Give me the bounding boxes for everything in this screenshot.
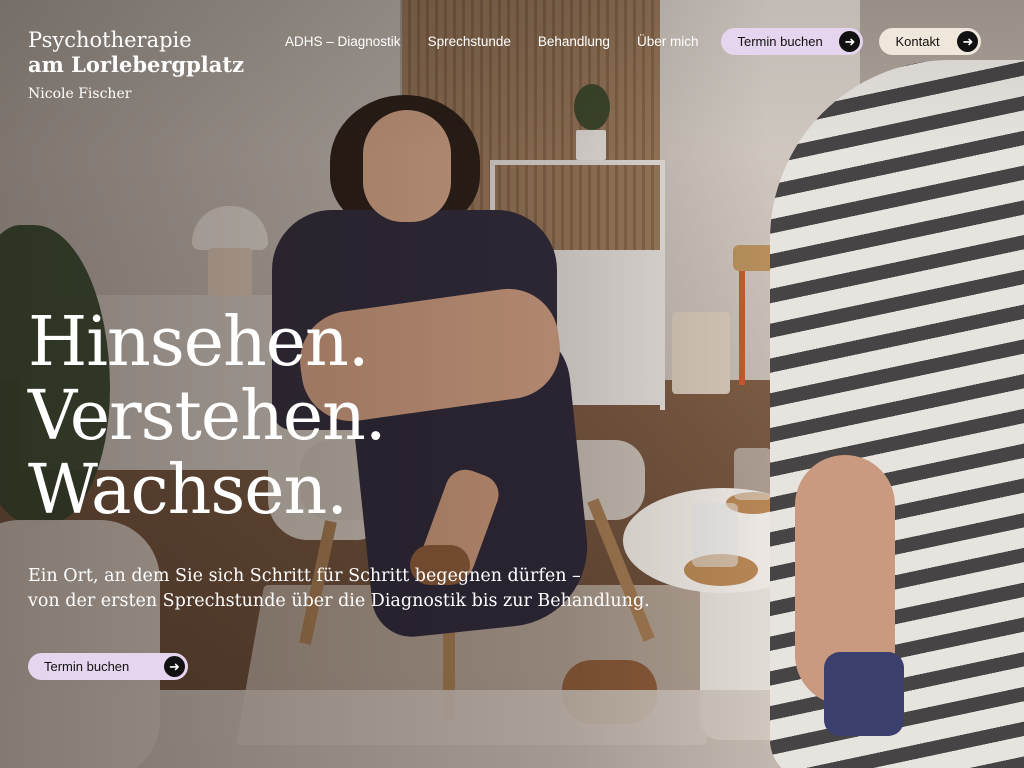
arrow-right-icon: ➜ [957, 31, 979, 52]
headline-line-1: Hinsehen. [28, 303, 369, 382]
lead-line-2: von der ersten Sprechstunde über die Dia… [28, 591, 650, 611]
nav-link-ueber-mich[interactable]: Über mich [637, 30, 699, 54]
nav-termin-buchen-button[interactable]: Termin buchen ➜ [721, 28, 864, 55]
nav-link-sprechstunde[interactable]: Sprechstunde [428, 30, 511, 54]
lead-line-1: Ein Ort, an dem Sie sich Schritt für Sch… [28, 566, 581, 586]
hero-lead-text: Ein Ort, an dem Sie sich Schritt für Sch… [28, 564, 650, 614]
hero-termin-buchen-button[interactable]: Termin buchen ➜ [28, 653, 188, 680]
brand-title-line2: am Lorlebergplatz [28, 52, 244, 77]
nav-kontakt-button[interactable]: Kontakt ➜ [879, 28, 982, 55]
brand-logo[interactable]: Psychotherapie am Lorlebergplatz Nicole … [28, 28, 244, 103]
headline-line-3: Wachsen. [28, 451, 348, 530]
headline-line-2: Verstehen. [28, 377, 387, 456]
nav-link-adhs-diagnostik[interactable]: ADHS – Diagnostik [285, 30, 401, 54]
hero-section: Psychotherapie am Lorlebergplatz Nicole … [0, 0, 1024, 768]
brand-title-line1: Psychotherapie [28, 28, 192, 52]
hero-headline: Hinsehen. Verstehen. Wachsen. [28, 303, 387, 530]
arrow-right-icon: ➜ [164, 656, 185, 677]
nav-termin-label: Termin buchen [737, 34, 823, 49]
hero-cta-label: Termin buchen [44, 659, 130, 674]
nav-kontakt-label: Kontakt [895, 34, 940, 49]
main-nav: ADHS – Diagnostik Sprechstunde Behandlun… [285, 28, 982, 55]
nav-link-behandlung[interactable]: Behandlung [538, 30, 610, 54]
brand-owner-name: Nicole Fischer [28, 86, 132, 102]
arrow-right-icon: ➜ [839, 31, 861, 52]
